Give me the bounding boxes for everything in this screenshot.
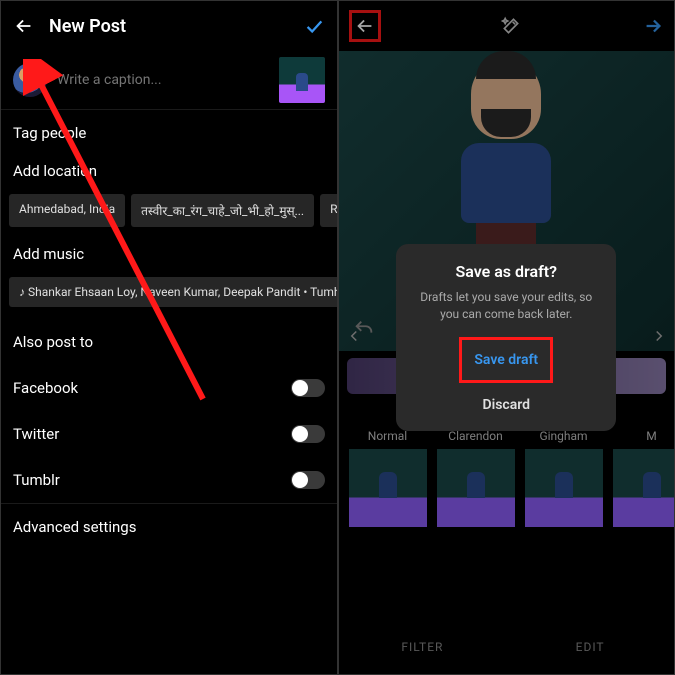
new-post-screen: New Post Tag people Add location Ahmedab… (1, 1, 337, 674)
toggle-switch[interactable] (291, 425, 325, 443)
confirm-icon[interactable] (303, 15, 325, 37)
location-chip[interactable]: Ahmedabad, India (9, 194, 125, 227)
edit-photo-screen: Normal Clarendon Gingham M FILTER EDIT S… (339, 1, 675, 674)
back-icon[interactable] (13, 15, 35, 37)
page-title: New Post (49, 16, 289, 37)
header: New Post (1, 1, 337, 51)
modal-overlay: Save as draft? Drafts let you save your … (339, 1, 675, 674)
music-chips: ♪ Shankar Ehsaan Loy, Naveen Kumar, Deep… (1, 277, 337, 319)
facebook-toggle-row[interactable]: Facebook (1, 365, 337, 411)
advanced-settings-row[interactable]: Advanced settings (1, 503, 337, 550)
discard-button[interactable]: Discard (410, 387, 602, 423)
location-chips: Ahmedabad, India तस्वीर_का_रंग_चाहे_जो_भ… (1, 194, 337, 239)
toggle-switch[interactable] (291, 471, 325, 489)
location-chip[interactable]: River Front A (320, 194, 336, 227)
add-location-row[interactable]: Add location (1, 156, 337, 194)
caption-input[interactable] (57, 72, 269, 88)
tag-people-row[interactable]: Tag people (1, 109, 337, 156)
toggle-label: Facebook (13, 379, 78, 397)
caption-row (1, 51, 337, 109)
dialog-description: Drafts let you save your edits, so you c… (410, 289, 602, 323)
also-post-header: Also post to (1, 319, 337, 365)
toggle-label: Twitter (13, 425, 59, 443)
save-draft-button[interactable]: Save draft (464, 342, 548, 378)
toggle-label: Tumblr (13, 471, 60, 489)
annotation-highlight: Save draft (459, 337, 553, 383)
add-music-row[interactable]: Add music (1, 239, 337, 277)
tumblr-toggle-row[interactable]: Tumblr (1, 457, 337, 503)
dialog-title: Save as draft? (410, 262, 602, 281)
music-chip[interactable]: ♪ Shankar Ehsaan Loy, Naveen Kumar, Deep… (9, 277, 337, 307)
location-chip[interactable]: तस्वीर_का_रंग_चाहे_जो_भी_हो_मुस्... (131, 194, 314, 227)
twitter-toggle-row[interactable]: Twitter (1, 411, 337, 457)
save-draft-dialog: Save as draft? Drafts let you save your … (396, 244, 616, 431)
toggle-switch[interactable] (291, 379, 325, 397)
avatar (13, 63, 47, 97)
post-thumbnail[interactable] (279, 57, 325, 103)
